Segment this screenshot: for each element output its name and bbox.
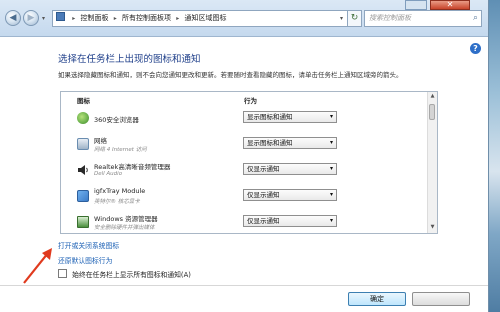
- address-dropdown[interactable]: ▾: [340, 11, 343, 26]
- ok-button[interactable]: 确定: [348, 292, 406, 306]
- app-name: 360安全浏览器: [94, 116, 139, 124]
- system-icons-link[interactable]: 打开或关闭系统图标: [58, 240, 119, 250]
- intel-graphics-icon: [77, 190, 89, 202]
- restore-defaults-link[interactable]: 还原默认图标行为: [58, 255, 112, 265]
- chevron-down-icon: ▾: [329, 165, 333, 172]
- annotation-arrow-icon: [23, 248, 52, 284]
- app-subtitle: Dell Audio: [94, 171, 123, 177]
- list-item: Realtek高清晰音频管理器 Dell Audio 仅显示通知 ▾: [61, 158, 429, 184]
- app-subtitle: 安全删除硬件并弹出媒体: [94, 225, 155, 231]
- search-placeholder: 搜索控制面板: [369, 14, 411, 22]
- scrollbar-thumb[interactable]: [429, 104, 435, 120]
- breadcrumb-item-all-items[interactable]: 所有控制面板项: [122, 14, 171, 22]
- chevron-down-icon: ▾: [329, 191, 333, 198]
- back-button[interactable]: ◀: [5, 10, 21, 26]
- app-name: igfxTray Module: [94, 187, 146, 195]
- column-header-icon: 图标: [77, 97, 90, 105]
- search-icon[interactable]: ⌕: [473, 11, 478, 26]
- breadcrumb-item-control-panel[interactable]: 控制面板: [80, 14, 108, 22]
- network-icon: [77, 138, 89, 150]
- app-name: 网络: [94, 137, 107, 145]
- behavior-select[interactable]: 仅显示通知 ▾: [243, 215, 337, 227]
- behavior-select-value: 仅显示通知: [247, 217, 280, 225]
- behavior-select-value: 显示图标和通知: [247, 113, 293, 121]
- page-title: 选择在任务栏上出现的图标和通知: [58, 54, 201, 65]
- browser-360-icon: [77, 112, 89, 124]
- address-bar: ◀ ▶ ▾ ▸ 控制面板 ▸ 所有控制面板项 ▸ 通知区域图标 ▾ ↻ 搜索控制…: [0, 0, 488, 37]
- app-subtitle: 英特尔® 核芯显卡: [94, 199, 140, 205]
- close-button[interactable]: ✕: [430, 0, 470, 10]
- list-item: 网络 网络 4 Internet 访问 显示图标和通知 ▾: [61, 132, 429, 158]
- always-show-all-option[interactable]: 始终在任务栏上显示所有图标和通知(A): [58, 269, 191, 279]
- breadcrumb-separator[interactable]: ▸: [176, 15, 179, 22]
- main-content: ? 选择在任务栏上出现的图标和通知 如果选择隐藏图标和通知，则不会向您通知更改和…: [0, 37, 488, 312]
- refresh-button[interactable]: ↻: [348, 10, 362, 27]
- app-name: Windows 资源管理器: [94, 215, 158, 223]
- column-header-behavior: 行为: [244, 97, 257, 105]
- behavior-select[interactable]: 显示图标和通知 ▾: [243, 137, 337, 149]
- always-show-label: 始终在任务栏上显示所有图标和通知(A): [72, 271, 191, 279]
- footer-divider: [0, 285, 488, 286]
- app-subtitle: 网络 4 Internet 访问: [94, 147, 147, 153]
- forward-button[interactable]: ▶: [23, 10, 39, 26]
- chevron-down-icon: ▾: [329, 217, 333, 224]
- scroll-up-icon[interactable]: ▲: [429, 93, 436, 101]
- help-icon[interactable]: ?: [470, 43, 481, 54]
- breadcrumb-separator[interactable]: ▸: [72, 15, 75, 22]
- recent-pages-dropdown[interactable]: ▾: [42, 15, 45, 22]
- chevron-down-icon: ▾: [329, 113, 333, 120]
- desktop-background: [488, 0, 500, 312]
- breadcrumb[interactable]: ▸ 控制面板 ▸ 所有控制面板项 ▸ 通知区域图标 ▾: [52, 10, 348, 27]
- control-panel-window: ◀ ▶ ▾ ▸ 控制面板 ▸ 所有控制面板项 ▸ 通知区域图标 ▾ ↻ 搜索控制…: [0, 0, 489, 312]
- app-name: Realtek高清晰音频管理器: [94, 163, 171, 171]
- search-input[interactable]: 搜索控制面板 ⌕: [364, 10, 482, 27]
- scroll-down-icon[interactable]: ▼: [429, 224, 436, 232]
- cancel-button[interactable]: [412, 292, 470, 306]
- behavior-select-value: 仅显示通知: [247, 165, 280, 173]
- control-panel-icon: [56, 12, 65, 21]
- behavior-select[interactable]: 仅显示通知 ▾: [243, 189, 337, 201]
- behavior-select-value: 仅显示通知: [247, 191, 280, 199]
- always-show-checkbox[interactable]: [58, 269, 67, 278]
- behavior-select[interactable]: 仅显示通知 ▾: [243, 163, 337, 175]
- list-item: Windows 资源管理器 安全删除硬件并弹出媒体 仅显示通知 ▾: [61, 210, 429, 233]
- list-item: igfxTray Module 英特尔® 核芯显卡 仅显示通知 ▾: [61, 184, 429, 210]
- list-scrollbar[interactable]: ▲ ▼: [427, 92, 437, 233]
- page-description: 如果选择隐藏图标和通知，则不会向您通知更改和更新。若要随时查看隐藏的图标，请单击…: [58, 71, 403, 79]
- list-item: 360安全浏览器 显示图标和通知 ▾: [61, 106, 429, 132]
- speaker-icon: [77, 164, 89, 176]
- behavior-select-value: 显示图标和通知: [247, 139, 293, 147]
- notification-icon-list: 图标 行为 360安全浏览器 显示图标和通知 ▾ 网络 网络 4 Interne…: [60, 91, 438, 234]
- minimize-button[interactable]: [405, 0, 427, 10]
- breadcrumb-separator[interactable]: ▸: [114, 15, 117, 22]
- usb-eject-icon: [77, 216, 89, 228]
- breadcrumb-item-notification-icons[interactable]: 通知区域图标: [184, 14, 226, 22]
- behavior-select[interactable]: 显示图标和通知 ▾: [243, 111, 337, 123]
- chevron-down-icon: ▾: [329, 139, 333, 146]
